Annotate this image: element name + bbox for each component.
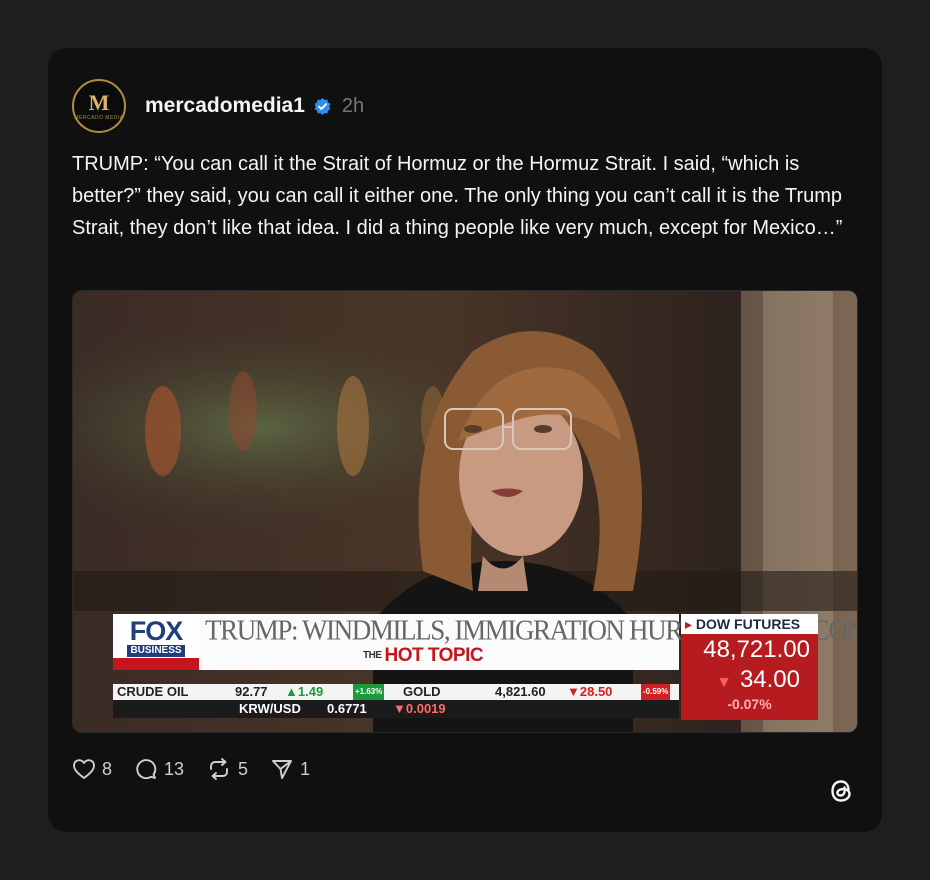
- dow-value: 48,721.00: [703, 636, 810, 663]
- post-header: M MERCADO MEDIA mercadomedia1 2h: [72, 78, 364, 134]
- post-actions: 8 13 5 1: [72, 754, 332, 784]
- hot-topic-text: HOT TOPIC: [384, 645, 484, 666]
- share-count: 1: [300, 758, 311, 779]
- repost-icon: [210, 758, 228, 780]
- dow-label-text: DOW FUTURES: [695, 616, 801, 632]
- hot-topic-prefix: THE: [363, 650, 382, 662]
- avatar-monogram: M: [88, 89, 110, 115]
- dow-change-value: 34.00: [739, 666, 800, 693]
- verified-badge-icon: [314, 97, 331, 115]
- dow-futures-box: ▸ DOW FUTURES 48,721.00 ▼ 34.00 -0.07%: [681, 614, 818, 720]
- like-button[interactable]: 8: [72, 758, 112, 780]
- avatar[interactable]: M MERCADO MEDIA: [72, 79, 126, 133]
- chyron-headline: TRUMP: WINDMILLS, IMMIGRATION HURTING U.…: [205, 614, 858, 646]
- currency-pair: KRW/USD: [239, 701, 301, 716]
- like-count: 8: [102, 758, 113, 779]
- crude-label: CRUDE OIL: [117, 684, 189, 699]
- ticker-row-currency: KRW/USD 0.6771 ▼0.0019: [113, 700, 679, 718]
- logo-subtext: BUSINESS: [127, 645, 185, 657]
- username[interactable]: mercadomedia1: [145, 94, 305, 118]
- currency-change: ▼0.0019: [393, 701, 446, 716]
- logo-red-strip: [113, 658, 199, 670]
- dow-change: ▼ 34.00: [716, 666, 800, 693]
- share-button[interactable]: 1: [270, 757, 310, 781]
- avatar-subtext: MERCADO MEDIA: [74, 114, 124, 121]
- post-text: TRUMP: “You can call it the Strait of Ho…: [72, 153, 843, 239]
- repost-count: 5: [238, 758, 249, 779]
- gold-percent: -0.59%: [641, 684, 671, 700]
- threads-logo-icon[interactable]: [824, 774, 858, 808]
- gold-label: GOLD: [403, 684, 441, 699]
- dow-label: ▸ DOW FUTURES: [681, 614, 818, 634]
- fox-business-logo: FOX BUSINESS: [113, 614, 199, 670]
- gold-change: ▼28.50: [567, 684, 613, 699]
- heart-icon: [73, 759, 95, 779]
- gold-price: 4,821.60: [495, 684, 546, 699]
- logo-text: FOX: [129, 616, 184, 646]
- dow-percent: -0.07%: [727, 696, 772, 712]
- post-card: M MERCADO MEDIA mercadomedia1 2h TRUMP: …: [48, 48, 882, 832]
- crude-change: ▲1.49: [285, 684, 324, 699]
- share-icon: [272, 760, 293, 779]
- headline-box: TRUMP: WINDMILLS, IMMIGRATION HURTING U.…: [199, 614, 858, 670]
- video-media[interactable]: FOX BUSINESS TRUMP: WINDMILLS, IMMIGRATI…: [72, 290, 858, 733]
- ticker-row-commodities: CRUDE OIL 92.77 ▲1.49 +1.63% GOLD 4,821.…: [113, 684, 679, 700]
- news-chyron: FOX BUSINESS TRUMP: WINDMILLS, IMMIGRATI…: [73, 291, 857, 732]
- post-time: 2h: [341, 94, 365, 117]
- reply-count: 13: [164, 758, 185, 779]
- crude-price: 92.77: [235, 684, 268, 699]
- crude-percent: +1.63%: [353, 684, 385, 700]
- comment-icon: [136, 759, 157, 780]
- currency-price: 0.6771: [327, 701, 367, 716]
- reply-button[interactable]: 13: [134, 757, 184, 781]
- repost-button[interactable]: 5: [206, 757, 248, 781]
- hot-topic-label: THE HOT TOPIC: [363, 645, 484, 667]
